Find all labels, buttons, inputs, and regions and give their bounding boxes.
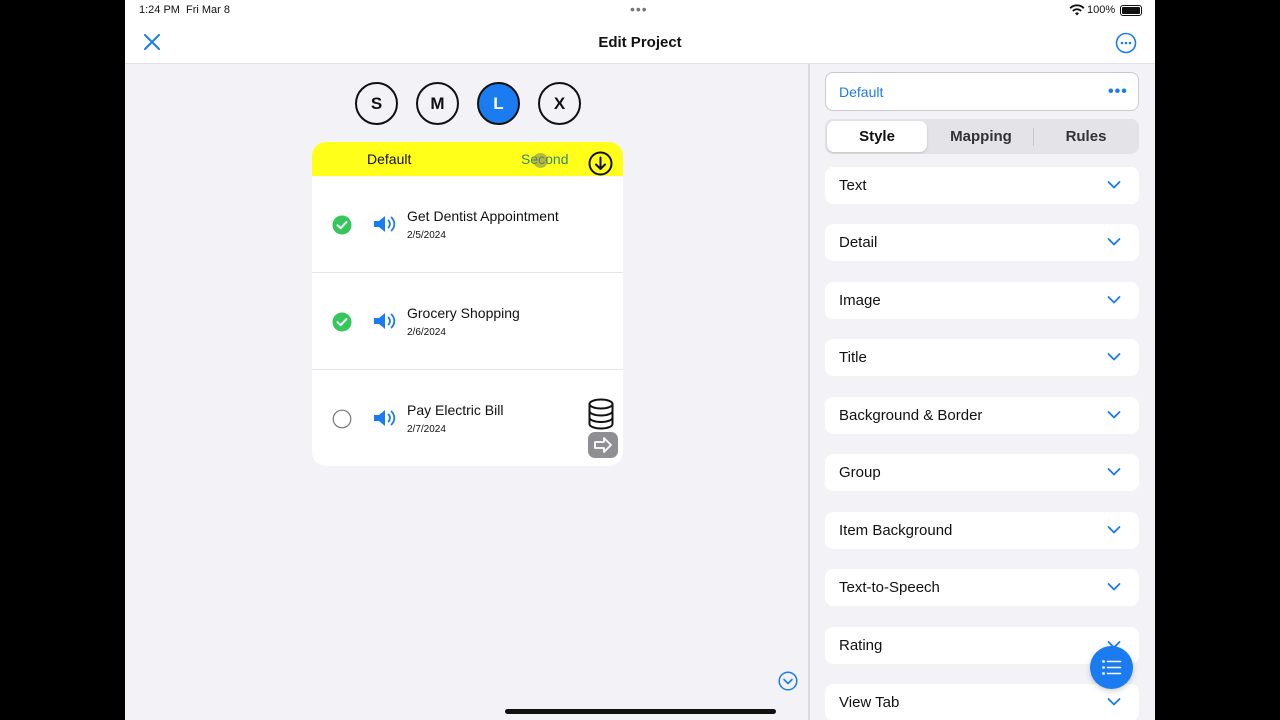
chevron-down-icon xyxy=(1107,238,1121,246)
section-image[interactable]: Image xyxy=(825,282,1139,319)
card-tab-bar: Default Second xyxy=(312,142,623,176)
split-divider xyxy=(808,64,810,720)
list-item[interactable]: Pay Electric Bill 2/7/2024 xyxy=(312,370,623,466)
home-indicator[interactable] xyxy=(505,709,776,714)
chevron-down-icon xyxy=(1107,411,1121,419)
navigation-bar: Edit Project xyxy=(125,22,1155,64)
section-label: Rating xyxy=(839,637,883,654)
preset-name: Default xyxy=(839,84,884,100)
status-date: Fri Mar 8 xyxy=(186,4,230,16)
section-view-tab[interactable]: View Tab xyxy=(825,684,1139,720)
page-title: Edit Project xyxy=(598,34,682,51)
status-time: 1:24 PM xyxy=(139,4,180,16)
chevron-down-icon xyxy=(1107,698,1121,706)
list-bullet-icon xyxy=(1102,660,1122,675)
section-label: Item Background xyxy=(839,522,953,539)
segmented-control: Style Mapping Rules xyxy=(825,119,1139,154)
section-background-border[interactable]: Background & Border xyxy=(825,397,1139,434)
chevron-down-circle-icon[interactable] xyxy=(778,671,798,691)
chevron-down-icon xyxy=(1107,353,1121,361)
section-detail[interactable]: Detail xyxy=(825,224,1139,261)
segment-mapping[interactable]: Mapping xyxy=(929,121,1033,152)
empty-circle-icon[interactable] xyxy=(332,409,352,429)
section-item-background[interactable]: Item Background xyxy=(825,512,1139,549)
section-label: Group xyxy=(839,464,881,481)
list-item[interactable]: Get Dentist Appointment 2/5/2024 xyxy=(312,176,623,273)
tab-default[interactable]: Default xyxy=(367,151,411,167)
section-label: Image xyxy=(839,292,881,309)
section-text[interactable]: Text xyxy=(825,167,1139,204)
item-title: Grocery Shopping xyxy=(407,305,520,321)
ipad-screen: 1:24 PM Fri Mar 8 ••• 100% Edit Project … xyxy=(125,0,1155,720)
item-date: 2/7/2024 xyxy=(407,424,446,435)
preset-selector[interactable]: Default ••• xyxy=(825,72,1139,111)
segment-rules[interactable]: Rules xyxy=(1035,121,1137,152)
speaker-icon[interactable] xyxy=(372,407,398,429)
item-date: 2/6/2024 xyxy=(407,327,446,338)
checkmark-circle-icon[interactable] xyxy=(332,215,352,235)
size-l-button[interactable]: L xyxy=(477,82,520,125)
segment-style[interactable]: Style xyxy=(827,121,927,152)
item-date: 2/5/2024 xyxy=(407,230,446,241)
battery-percent: 100% xyxy=(1087,4,1116,16)
touch-indicator xyxy=(533,153,548,168)
section-label: Title xyxy=(839,349,867,366)
item-title: Get Dentist Appointment xyxy=(407,208,559,224)
database-icon[interactable] xyxy=(587,398,615,430)
speaker-icon[interactable] xyxy=(372,213,398,235)
chevron-down-icon xyxy=(1107,526,1121,534)
section-label: View Tab xyxy=(839,694,900,711)
chevron-down-icon xyxy=(1107,468,1121,476)
speaker-icon[interactable] xyxy=(372,310,398,332)
checkmark-circle-icon[interactable] xyxy=(332,312,352,332)
battery-icon xyxy=(1120,5,1142,16)
section-title[interactable]: Title xyxy=(825,339,1139,376)
size-s-button[interactable]: S xyxy=(355,82,398,125)
size-selector: S M L X xyxy=(355,82,581,125)
segment-separator xyxy=(1033,128,1034,146)
chevron-down-icon xyxy=(1107,583,1121,591)
list-item[interactable]: Grocery Shopping 2/6/2024 xyxy=(312,273,623,370)
item-title: Pay Electric Bill xyxy=(407,402,504,418)
more-circle-icon[interactable] xyxy=(1115,32,1137,54)
section-label: Detail xyxy=(839,234,878,251)
ellipsis-icon[interactable]: ••• xyxy=(1108,83,1128,101)
list-menu-button[interactable] xyxy=(1090,646,1133,689)
multitasking-dots-icon[interactable]: ••• xyxy=(630,1,648,17)
section-label: Text xyxy=(839,177,867,194)
section-text-to-speech[interactable]: Text-to-Speech xyxy=(825,569,1139,606)
forward-button[interactable] xyxy=(588,432,618,458)
size-x-button[interactable]: X xyxy=(538,82,581,125)
widget-preview-card: Default Second Get Dentist Appointment 2… xyxy=(312,142,623,466)
size-m-button[interactable]: M xyxy=(416,82,459,125)
section-label: Background & Border xyxy=(839,407,983,424)
section-group[interactable]: Group xyxy=(825,454,1139,491)
section-label: Text-to-Speech xyxy=(839,579,940,596)
arrow-down-circle-icon[interactable] xyxy=(588,151,613,176)
status-bar: 1:24 PM Fri Mar 8 ••• 100% xyxy=(125,0,1155,22)
chevron-down-icon xyxy=(1107,296,1121,304)
arrow-right-icon xyxy=(594,437,612,453)
wifi-icon xyxy=(1069,4,1085,16)
chevron-down-icon xyxy=(1107,181,1121,189)
